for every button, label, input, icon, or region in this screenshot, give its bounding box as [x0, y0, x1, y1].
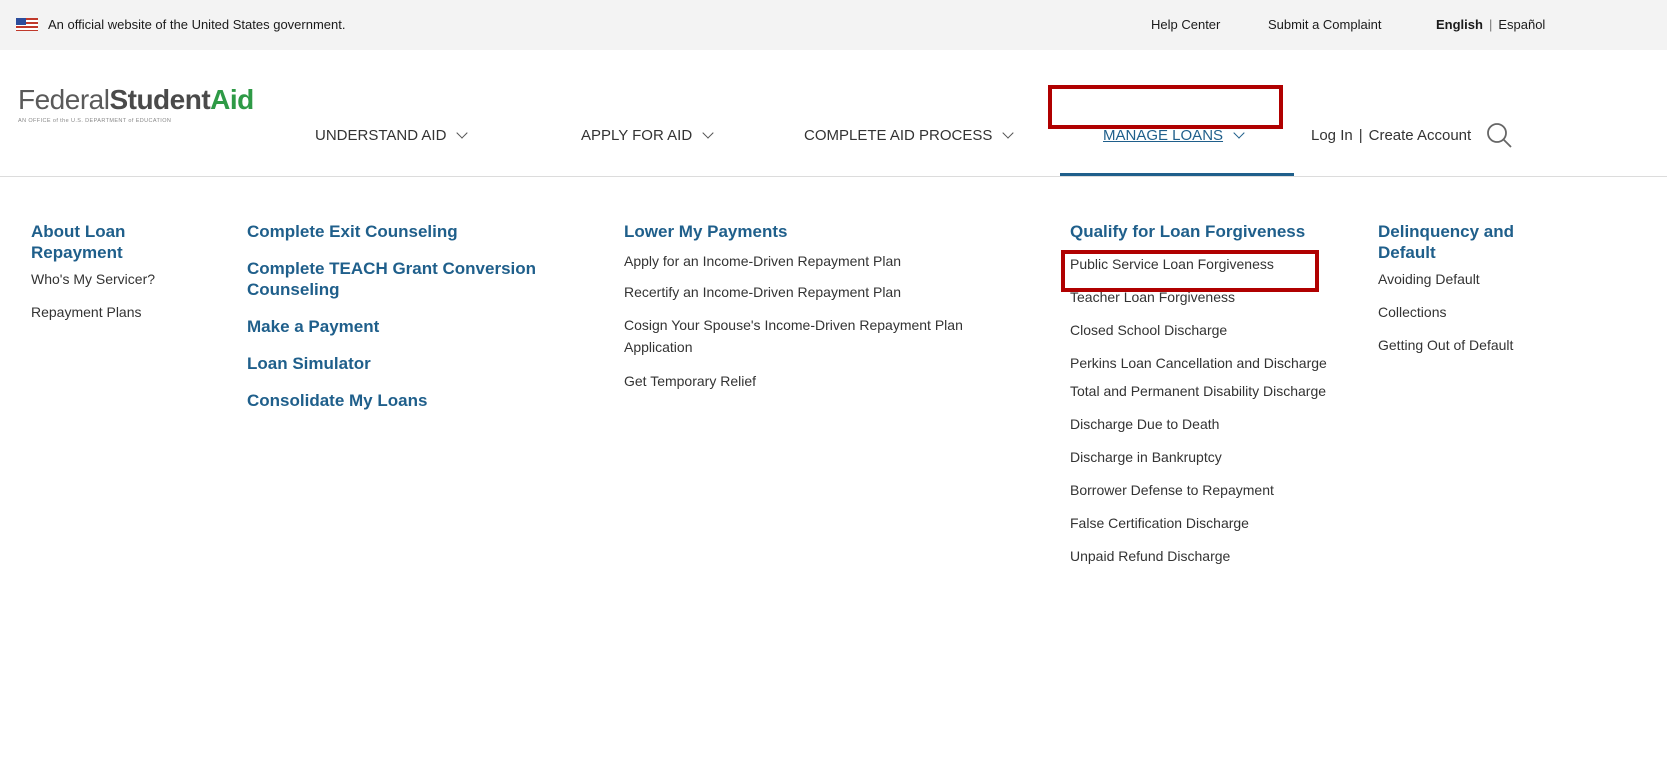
chevron-down-icon — [1233, 127, 1245, 139]
nav-manage-loans-label: MANAGE LOANS — [1103, 127, 1224, 144]
create-account-link[interactable]: Create Account — [1369, 127, 1472, 144]
account-separator: | — [1358, 127, 1363, 144]
about-loan-repayment-link[interactable]: About Loan Repayment — [31, 221, 206, 263]
language-switcher: English | Español — [1436, 17, 1545, 32]
menu-link[interactable]: Get Temporary Relief — [624, 366, 1034, 397]
menu-link[interactable]: Recertify an Income-Driven Repayment Pla… — [624, 277, 1034, 308]
logo-student: Student — [109, 84, 211, 115]
logo-federal: Federal — [18, 84, 110, 115]
header-divider — [0, 176, 1667, 177]
nav-understand-aid-label: UNDERSTAND AID — [315, 127, 447, 144]
menu-link[interactable]: Complete Exit Counseling — [247, 221, 577, 242]
menu-link[interactable]: Who's My Servicer? — [31, 263, 206, 296]
nav-apply-for-aid-label: APPLY FOR AID — [581, 127, 693, 144]
delinquency-and-default-link[interactable]: Delinquency and Default — [1378, 221, 1553, 263]
menu-link[interactable]: Avoiding Default — [1378, 263, 1553, 296]
menu-link[interactable]: Make a Payment — [247, 316, 577, 337]
lower-my-payments-link[interactable]: Lower My Payments — [624, 221, 1034, 242]
menu-link[interactable]: Loan Simulator — [247, 353, 577, 374]
menu-link[interactable]: Apply for an Income-Driven Repayment Pla… — [624, 246, 1034, 277]
chevron-down-icon — [456, 127, 469, 139]
menu-link[interactable]: False Certification Discharge — [1070, 507, 1330, 540]
menu-col-lower-payments: Lower My Payments Apply for an Income-Dr… — [624, 221, 1034, 397]
chevron-down-icon — [702, 127, 714, 139]
nav-complete-aid-process[interactable]: COMPLETE AID PROCESS — [804, 127, 1015, 144]
nav-manage-loans[interactable]: MANAGE LOANS — [1103, 127, 1245, 144]
lang-separator: | — [1488, 17, 1493, 32]
manage-loans-highlight-box — [1048, 85, 1283, 129]
menu-link[interactable]: Closed School Discharge — [1070, 314, 1330, 347]
menu-link[interactable]: Consolidate My Loans — [247, 390, 577, 411]
lang-english-link[interactable]: English — [1436, 17, 1483, 32]
menu-link[interactable]: Cosign Your Spouse's Income-Driven Repay… — [624, 314, 1034, 358]
qualify-for-loan-forgiveness-link[interactable]: Qualify for Loan Forgiveness — [1070, 221, 1330, 242]
nav-understand-aid[interactable]: UNDERSTAND AID — [315, 127, 469, 144]
help-center-link[interactable]: Help Center — [1151, 17, 1220, 32]
us-flag-icon — [16, 18, 38, 31]
lang-espanol-link[interactable]: Español — [1498, 17, 1545, 32]
menu-link[interactable]: Discharge in Bankruptcy — [1070, 441, 1330, 474]
logo-wordmark: FederalStudentAid — [18, 84, 254, 116]
fsa-logo[interactable]: FederalStudentAid AN OFFICE of the U.S. … — [18, 84, 254, 124]
logo-aid: Aid — [210, 84, 254, 115]
nav-apply-for-aid[interactable]: APPLY FOR AID — [581, 127, 714, 144]
menu-col-counseling: Complete Exit Counseling Complete TEACH … — [247, 221, 577, 427]
chevron-down-icon — [1002, 127, 1015, 139]
menu-link[interactable]: Collections — [1378, 296, 1553, 329]
nav-complete-aid-process-label: COMPLETE AID PROCESS — [804, 127, 993, 144]
gov-banner: An official website of the United States… — [0, 0, 1667, 50]
search-icon[interactable] — [1485, 121, 1513, 149]
menu-link[interactable]: Perkins Loan Cancellation and Discharge — [1070, 352, 1330, 374]
logo-subtitle: AN OFFICE of the U.S. DEPARTMENT of EDUC… — [18, 118, 172, 124]
menu-link[interactable]: Unpaid Refund Discharge — [1070, 540, 1330, 573]
pslf-highlight-box — [1061, 250, 1319, 292]
submit-complaint-link[interactable]: Submit a Complaint — [1268, 17, 1381, 32]
menu-link[interactable]: Total and Permanent Disability Discharge — [1070, 380, 1330, 402]
account-links: Log In | Create Account — [1311, 127, 1471, 144]
menu-link[interactable]: Getting Out of Default — [1378, 329, 1553, 362]
gov-banner-text: An official website of the United States… — [48, 17, 346, 32]
menu-link[interactable]: Discharge Due to Death — [1070, 408, 1330, 441]
menu-col-default: Delinquency and Default Avoiding Default… — [1378, 221, 1553, 362]
menu-col-about-repayment: About Loan Repayment Who's My Servicer? … — [31, 221, 206, 329]
menu-link[interactable]: Borrower Defense to Repayment — [1070, 474, 1330, 507]
menu-link[interactable]: Complete TEACH Grant Conversion Counseli… — [247, 258, 577, 300]
menu-link[interactable]: Repayment Plans — [31, 296, 206, 329]
log-in-link[interactable]: Log In — [1311, 127, 1353, 144]
